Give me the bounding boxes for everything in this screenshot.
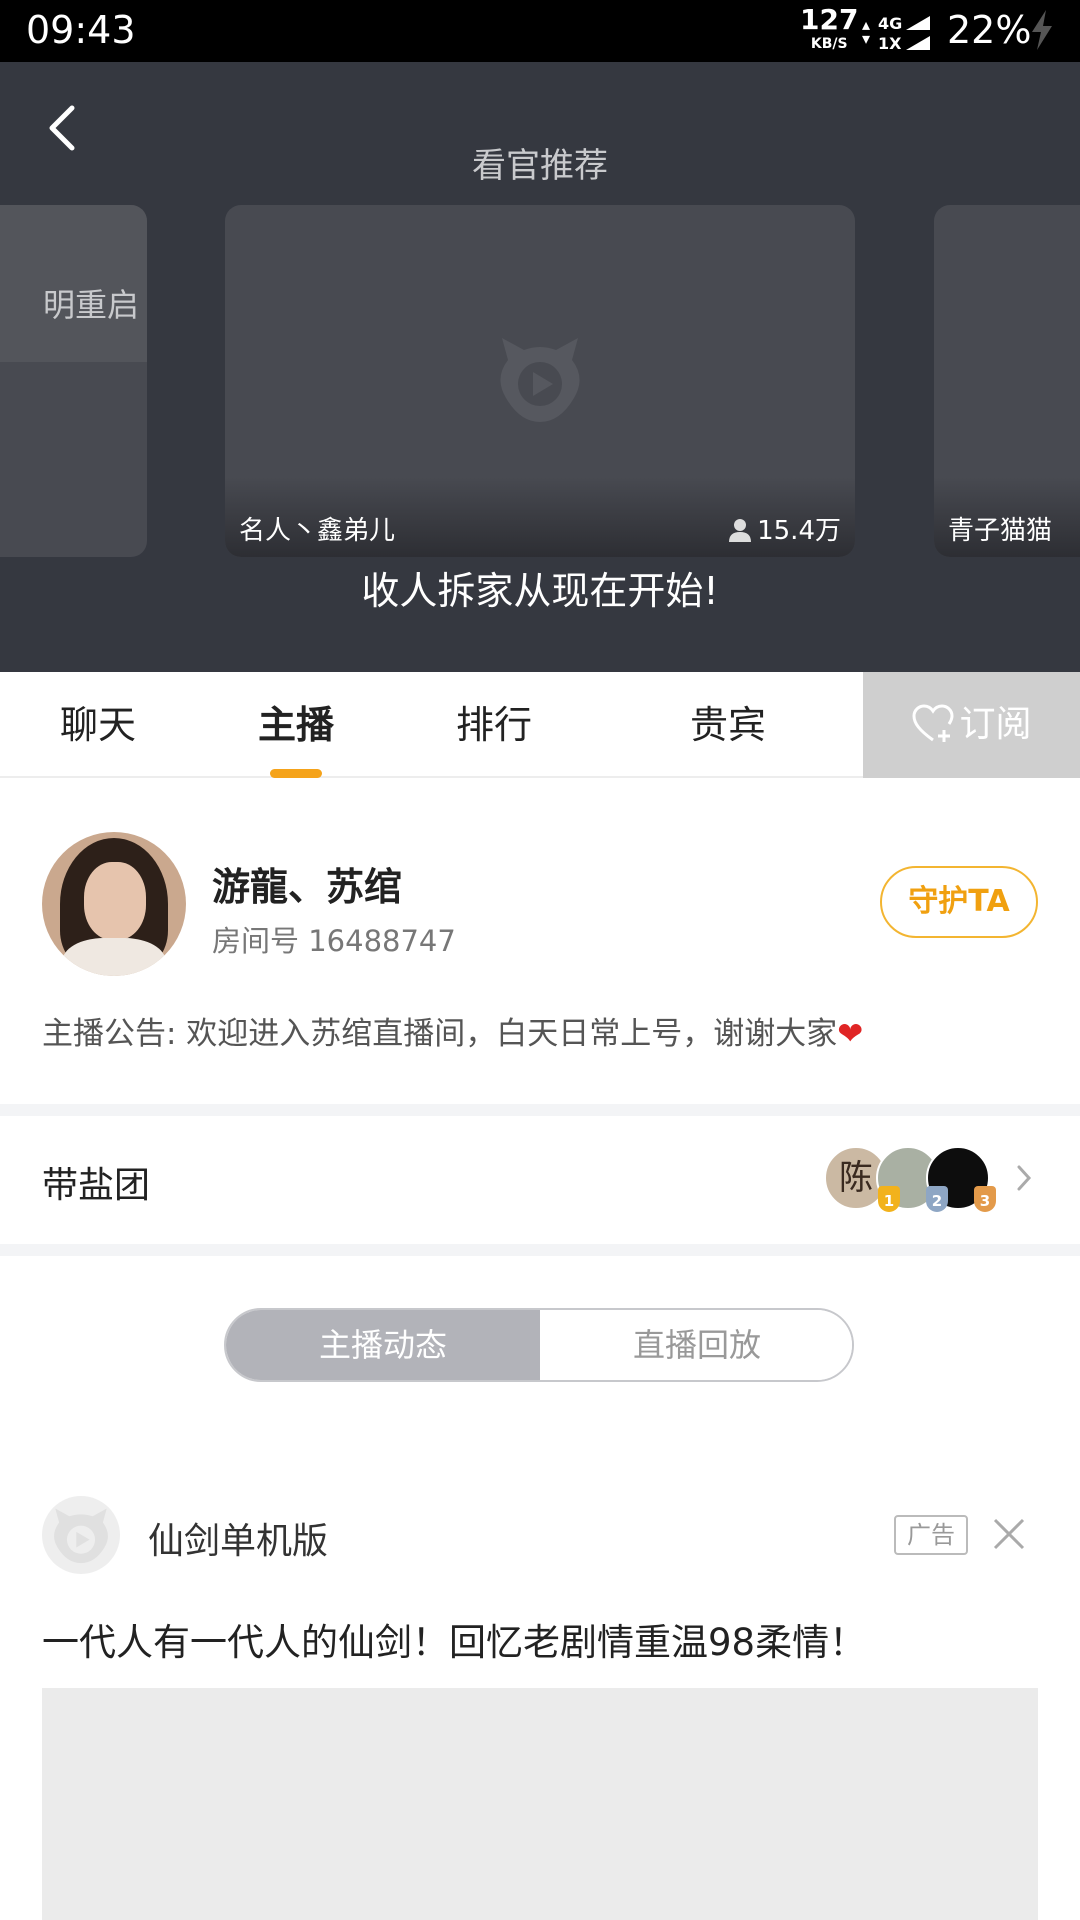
ad-logo-icon bbox=[54, 1508, 108, 1564]
notice-text: 主播公告: 欢迎进入苏绾直播间，白天日常上号，谢谢大家 bbox=[42, 1016, 838, 1052]
stream-title: 收人拆家从现在开始! bbox=[361, 569, 719, 613]
tab-ranking[interactable]: 排行 bbox=[434, 672, 554, 778]
chevron-right-icon bbox=[1017, 1165, 1032, 1191]
tab-streamer[interactable]: 主播 bbox=[236, 672, 356, 778]
rank-badge-2: 2 bbox=[926, 1186, 948, 1212]
avatar-face bbox=[84, 862, 146, 940]
streamer-avatar[interactable] bbox=[42, 832, 186, 976]
page-title: 看官推荐 bbox=[472, 146, 608, 186]
battery-level: 22% bbox=[947, 8, 1032, 52]
status-bar: 09:43 127 KB/S ▴ ▾ 4G 1X 22% bbox=[0, 0, 1080, 62]
network-speed: 127 KB/S bbox=[800, 3, 859, 52]
ad-logo[interactable] bbox=[42, 1496, 120, 1574]
ad-text[interactable]: 一代人有一代人的仙剑！回忆老剧情重温98柔情！ bbox=[42, 1612, 866, 1666]
recommend-card-name: 名人丶鑫弟儿 bbox=[239, 516, 396, 546]
subscribe-label: 订阅 bbox=[959, 704, 1032, 745]
data-arrows-icon: ▴ ▾ bbox=[862, 15, 871, 48]
tab-label: 主播 bbox=[257, 703, 334, 747]
heart-icon: ❤ bbox=[837, 1016, 864, 1052]
placeholder-logo-icon bbox=[500, 338, 580, 422]
rank-badge-1: 1 bbox=[878, 1186, 900, 1212]
fan-group-label: 带盐团 bbox=[42, 1165, 151, 1206]
close-icon[interactable] bbox=[992, 1517, 1026, 1551]
network-indicator: ▴ ▾ 4G 1X bbox=[862, 10, 934, 54]
charging-icon bbox=[1032, 10, 1052, 50]
ad-tag: 广告 bbox=[894, 1515, 968, 1555]
recommend-card-title: 明重启 bbox=[0, 205, 147, 362]
recommend-card-name: 青子猫猫 bbox=[948, 516, 1053, 546]
tab-label: 聊天 bbox=[59, 703, 136, 747]
fan-avatar-1-char: 陈 bbox=[839, 1158, 873, 1198]
viewer-count: 15.4万 bbox=[729, 510, 841, 547]
network-speed-unit: KB/S bbox=[810, 36, 848, 52]
section-divider bbox=[0, 1104, 1080, 1116]
ad-title[interactable]: 仙剑单机版 bbox=[148, 1512, 328, 1564]
room-number: 房间号 16488747 bbox=[212, 924, 456, 958]
streamer-notice: 主播公告: 欢迎进入苏绾直播间，白天日常上号，谢谢大家❤ bbox=[42, 1008, 863, 1053]
tab-label: 贵宾 bbox=[689, 703, 766, 747]
ad-image[interactable] bbox=[42, 1688, 1038, 1920]
tab-chat[interactable]: 聊天 bbox=[38, 672, 158, 778]
heart-plus-icon bbox=[912, 704, 954, 742]
rank-badge-3: 3 bbox=[974, 1186, 996, 1212]
recommend-card-next[interactable]: 青子猫猫 bbox=[934, 205, 1080, 557]
segment-replays[interactable]: 直播回放 bbox=[540, 1310, 852, 1380]
network-speed-value: 127 bbox=[800, 3, 859, 36]
status-time: 09:43 bbox=[26, 8, 136, 52]
segment-streamer-updates[interactable]: 主播动态 bbox=[226, 1310, 540, 1380]
recommend-header: 看官推荐 明重启 名人丶鑫弟儿 15.4万 青子猫猫 收人拆家从现在开始! bbox=[0, 62, 1080, 672]
subscribe-button[interactable]: 订阅 bbox=[863, 672, 1080, 778]
avatar-body bbox=[62, 938, 166, 976]
fan-group-row[interactable]: 带盐团 陈 1 2 3 bbox=[0, 1116, 1080, 1244]
guard-button[interactable]: 守护TA bbox=[880, 866, 1038, 938]
tab-label: 排行 bbox=[455, 703, 532, 747]
viewer-count-value: 15.4万 bbox=[757, 516, 841, 546]
feed-segment: 主播动态 直播回放 bbox=[224, 1308, 854, 1382]
tab-vip[interactable]: 贵宾 bbox=[668, 672, 788, 778]
recommend-card-current[interactable]: 名人丶鑫弟儿 15.4万 bbox=[225, 205, 855, 557]
network-type-1x: 1X bbox=[878, 34, 902, 53]
signal-icon bbox=[906, 16, 930, 50]
section-divider bbox=[0, 1244, 1080, 1256]
active-tab-indicator bbox=[270, 769, 322, 778]
recommend-card-prev[interactable]: 明重启 bbox=[0, 205, 147, 557]
streamer-name: 游龍、苏绾 bbox=[212, 865, 403, 909]
person-icon bbox=[729, 519, 752, 542]
network-type-4g: 4G bbox=[878, 14, 903, 33]
